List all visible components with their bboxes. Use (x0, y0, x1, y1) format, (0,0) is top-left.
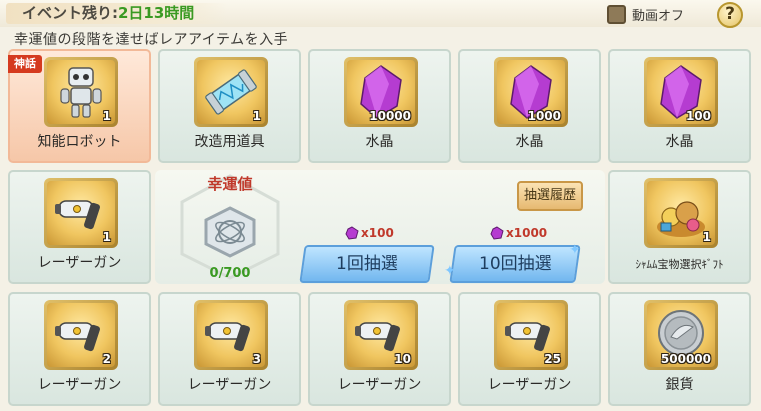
item-frame: 25 (494, 300, 568, 370)
reward-card-laser-gun[interactable]: 1 レーザーガン (8, 170, 151, 284)
draw-ten-label: 10回抽選 (478, 254, 552, 274)
reward-card-crystal-10000[interactable]: 10000 水晶 (308, 49, 451, 163)
video-off-toggle[interactable]: 動画オフ (607, 4, 684, 24)
draw-once-cost-value: x100 (361, 226, 394, 240)
item-quantity: 2 (102, 352, 111, 366)
reward-card-silver-coin[interactable]: 500000 銀貨 (608, 292, 751, 406)
item-name: レーザーガン (187, 377, 272, 393)
crystal-icon (490, 226, 504, 240)
item-name: レーザーガン (487, 377, 572, 393)
reward-card-modify-tool[interactable]: 1 改造用道具 (158, 49, 301, 163)
luck-value: 0/700 (209, 266, 251, 281)
event-remaining-label: イベント残り: (22, 4, 118, 22)
reward-card-laser-gun[interactable]: 10 レーザーガン (308, 292, 451, 406)
draw-ten-cost: x1000 (490, 226, 547, 240)
reward-card-crystal-100[interactable]: 100 水晶 (608, 49, 751, 163)
item-name: レーザーガン (37, 377, 122, 393)
draw-history-button[interactable]: 抽選履歴 (517, 181, 583, 211)
item-frame: 10 (344, 300, 418, 370)
item-name: 改造用道具 (194, 134, 265, 150)
item-frame: 100 (644, 57, 718, 127)
item-name: 知能ロボット (37, 134, 122, 150)
help-button[interactable]: ? (717, 2, 743, 28)
item-name: レーザーガン (37, 255, 122, 271)
luck-title: 幸運値 (207, 175, 253, 193)
item-quantity: 1000 (527, 109, 561, 123)
item-frame: 1000 (494, 57, 568, 127)
item-quantity: 10 (394, 352, 411, 366)
item-frame: 1 (44, 57, 118, 127)
item-name: 銀貨 (665, 377, 694, 393)
item-quantity: 500000 (660, 352, 711, 366)
item-name: 水晶 (365, 134, 394, 150)
item-frame: 2 (44, 300, 118, 370)
item-frame: 10000 (344, 57, 418, 127)
item-quantity: 100 (685, 109, 711, 123)
item-quantity: 3 (252, 352, 261, 366)
item-frame: 3 (194, 300, 268, 370)
draw-once-label: 1回抽選 (336, 254, 398, 274)
item-quantity: 1 (102, 230, 111, 244)
item-quantity: 1 (102, 109, 111, 123)
item-frame: 1 (44, 178, 118, 248)
item-name: 水晶 (515, 134, 544, 150)
draw-ten-cost-value: x1000 (506, 226, 548, 240)
reward-card-treasure-gift[interactable]: 1 ｼｬﾑﾑ宝物選択ｷﾞﾌﾄ (608, 170, 751, 284)
item-name: ｼｬﾑﾑ宝物選択ｷﾞﾌﾄ (635, 258, 724, 271)
item-name: 水晶 (665, 134, 694, 150)
event-remaining: イベント残り:2日13時間 (6, 3, 228, 24)
mythic-tag: 神話 (8, 55, 42, 73)
item-quantity: 25 (544, 352, 561, 366)
reward-card-robot[interactable]: 1 知能ロボット 神話 (8, 49, 151, 163)
event-remaining-value: 2日13時間 (118, 4, 195, 22)
reward-card-laser-gun[interactable]: 3 レーザーガン (158, 292, 301, 406)
reward-card-laser-gun[interactable]: 25 レーザーガン (458, 292, 601, 406)
draw-once-cost: x100 (345, 226, 394, 240)
reward-subtitle: 幸運値の段階を達せばレアアイテムを入手 (14, 32, 289, 48)
item-quantity: 1 (252, 109, 261, 123)
item-frame: 1 (644, 178, 718, 248)
sparkle-icon: ✦ (444, 263, 456, 279)
item-quantity: 1 (702, 230, 711, 244)
draw-once-button[interactable]: 1回抽選 (299, 245, 435, 283)
reward-card-crystal-1000[interactable]: 1000 水晶 (458, 49, 601, 163)
crystal-icon (345, 226, 359, 240)
item-name: レーザーガン (337, 377, 422, 393)
video-off-label: 動画オフ (632, 8, 685, 24)
item-frame: 500000 (644, 300, 718, 370)
item-quantity: 10000 (369, 109, 411, 123)
item-frame: 1 (194, 57, 268, 127)
video-off-checkbox[interactable] (607, 4, 626, 24)
draw-ten-button[interactable]: 10回抽選 (449, 245, 581, 283)
reward-card-laser-gun[interactable]: 2 レーザーガン (8, 292, 151, 406)
sparkle-icon: ✦ (569, 242, 581, 258)
